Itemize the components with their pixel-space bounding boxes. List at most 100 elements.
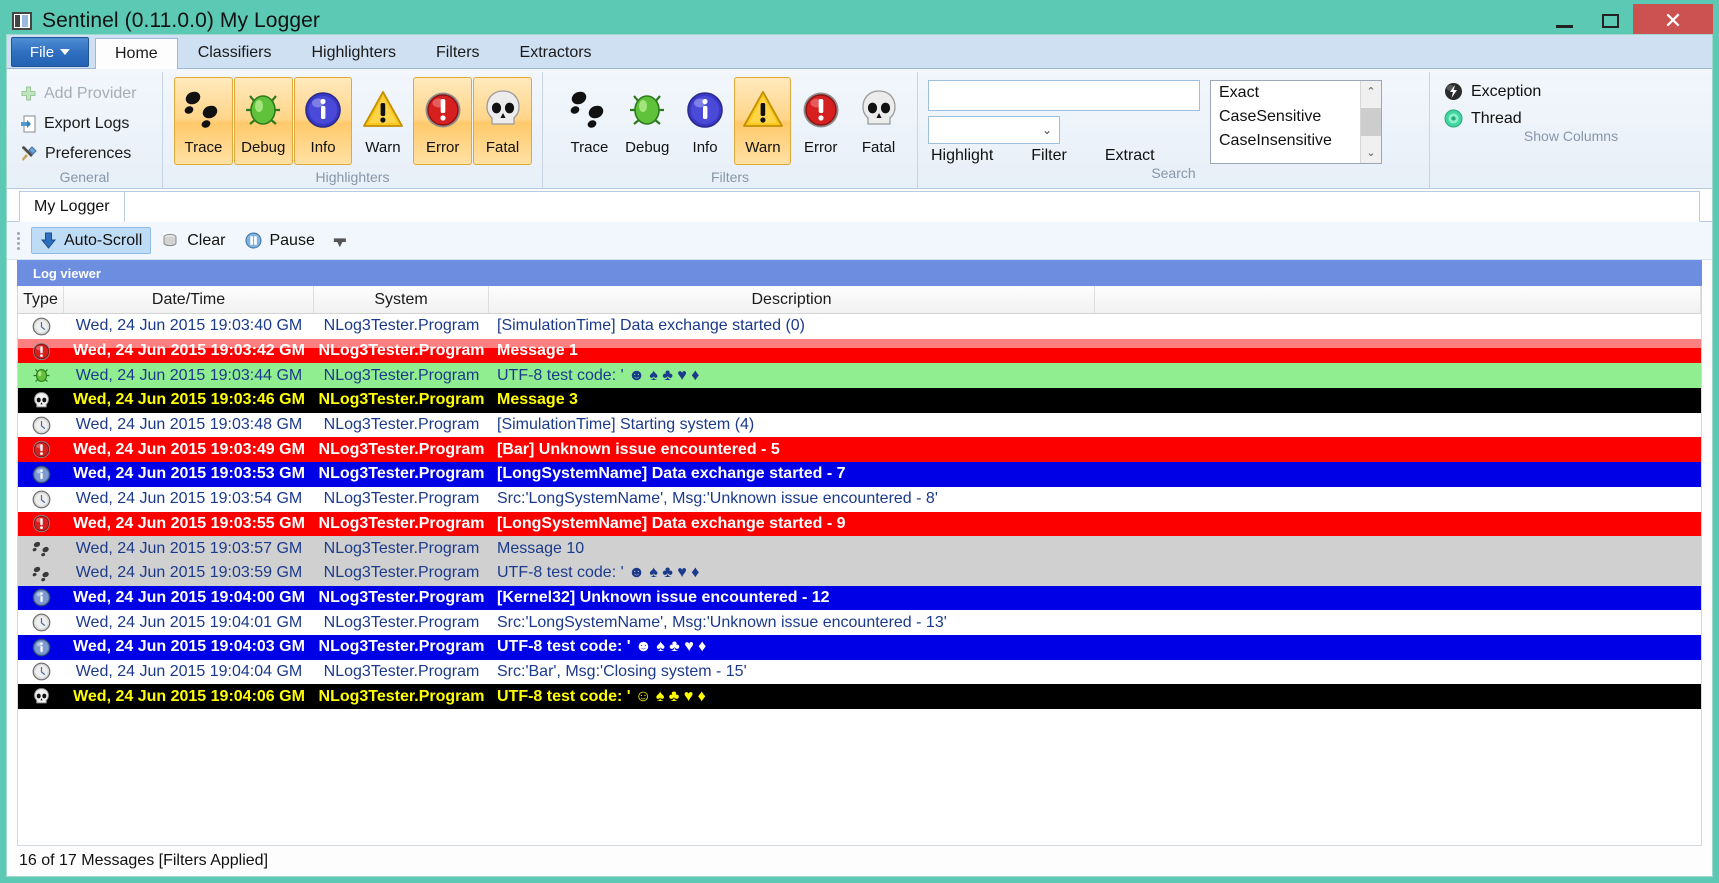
tab-extractors[interactable]: Extractors [500, 37, 612, 68]
table-row[interactable]: Wed, 24 Jun 2015 19:04:01 GM NLog3Tester.… [18, 610, 1701, 635]
search-input[interactable] [928, 80, 1200, 111]
table-row[interactable]: Wed, 24 Jun 2015 19:03:55 GM NLog3Tester.… [18, 511, 1701, 537]
highlighter-info-button[interactable]: Info [293, 77, 353, 165]
show-thread-column-button[interactable]: Thread [1444, 109, 1700, 128]
document-tab-my-logger[interactable]: My Logger [19, 191, 125, 222]
filter-debug-button[interactable]: Debug [619, 77, 676, 165]
row-type-skull-icon [18, 687, 64, 706]
row-type-error-icon [18, 440, 64, 459]
ribbon-group-highlighters: Trace Debug Info Warn Error Fatal Highli… [162, 72, 542, 188]
search-scope-combo[interactable]: ⌄ [928, 116, 1060, 144]
highlighter-trace-button[interactable]: Trace [174, 77, 233, 165]
match-option-caseinsensitive[interactable]: CaseInsensitive [1211, 129, 1360, 153]
row-description: [Kernel32] Unknown issue encountered - 1… [497, 588, 830, 606]
clear-icon [163, 233, 177, 247]
ribbon-tab-bar: File Home Classifiers Highlighters Filte… [7, 35, 1712, 69]
scroll-up-icon[interactable]: ⌃ [1361, 81, 1381, 102]
table-row[interactable]: Wed, 24 Jun 2015 19:03:53 GM NLog3Tester.… [18, 462, 1701, 487]
match-option-exact[interactable]: Exact [1211, 81, 1360, 105]
close-button[interactable]: ✕ [1633, 4, 1713, 38]
extract-action[interactable]: Extract [1105, 147, 1155, 165]
highlight-action[interactable]: Highlight [931, 147, 993, 165]
row-description: Src:'Bar', Msg:'Closing system - 15' [497, 662, 747, 680]
row-datetime: Wed, 24 Jun 2015 19:03:48 GM [75, 416, 303, 434]
table-row[interactable]: Wed, 24 Jun 2015 19:04:00 GM NLog3Tester.… [18, 585, 1701, 611]
filter-action[interactable]: Filter [1031, 147, 1067, 165]
table-row[interactable]: Wed, 24 Jun 2015 19:03:49 GM NLog3Tester.… [18, 437, 1701, 463]
group-label-search: Search [1151, 165, 1196, 181]
row-description: Message 3 [497, 391, 578, 409]
scroll-thumb[interactable] [1361, 108, 1381, 136]
highlighter-error-button[interactable]: Error [413, 77, 473, 165]
maximize-button[interactable] [1587, 6, 1633, 36]
ribbon: Add Provider Export Logs Preferences Gen… [7, 69, 1712, 189]
highlighter-fatal-button[interactable]: Fatal [473, 77, 532, 165]
table-row[interactable]: Wed, 24 Jun 2015 19:04:06 GM NLog3Tester.… [18, 684, 1701, 709]
match-option-casesensitive[interactable]: CaseSensitive [1211, 105, 1360, 129]
row-datetime: Wed, 24 Jun 2015 19:03:42 GM [73, 342, 305, 360]
table-row[interactable]: Wed, 24 Jun 2015 19:03:54 GM NLog3Tester.… [18, 486, 1701, 512]
status-bar: 16 of 17 Messages [Filters Applied] [7, 846, 1712, 876]
tab-home[interactable]: Home [95, 38, 178, 69]
table-row[interactable]: Wed, 24 Jun 2015 19:03:59 GM NLog3Tester.… [18, 560, 1701, 586]
column-header-datetime[interactable]: Date/Time [64, 286, 314, 313]
show-exception-column-button[interactable]: Exception [1444, 82, 1700, 101]
pause-button[interactable]: Pause [236, 227, 323, 254]
scroll-down-icon[interactable]: ⌄ [1361, 142, 1381, 163]
search-match-listbox[interactable]: Exact CaseSensitive CaseInsensitive ⌃ ⌄ [1210, 80, 1382, 164]
row-description: Message 1 [497, 342, 578, 360]
table-row[interactable]: Wed, 24 Jun 2015 19:03:48 GM NLog3Tester.… [18, 412, 1701, 438]
toolbar-overflow-button[interactable]: ▬ ▼ [334, 232, 346, 249]
table-row[interactable]: Wed, 24 Jun 2015 19:03:40 GM NLog3Tester.… [18, 314, 1701, 339]
table-row[interactable]: Wed, 24 Jun 2015 19:03:46 GM NLog3Tester.… [18, 388, 1701, 413]
filter-error-button[interactable]: Error [792, 77, 849, 165]
preferences-button[interactable]: Preferences [17, 140, 131, 168]
row-datetime: Wed, 24 Jun 2015 19:03:49 GM [73, 440, 305, 458]
column-header-description[interactable]: Description [489, 286, 1095, 313]
minimize-button[interactable] [1541, 6, 1587, 36]
warning-icon [740, 84, 786, 136]
ribbon-group-filters: Trace Debug Info Warn Error Fatal Filter… [542, 72, 917, 188]
auto-scroll-button[interactable]: Auto-Scroll [31, 227, 152, 254]
tab-home-label: Home [115, 45, 158, 62]
filter-info-button[interactable]: Info [677, 77, 734, 165]
highlighter-warn-button[interactable]: Warn [353, 77, 412, 165]
log-grid: Type Date/Time System Description Wed, 2… [17, 286, 1702, 846]
skull-icon [856, 84, 902, 136]
filter-fatal-button[interactable]: Fatal [850, 77, 907, 165]
group-label-filters: Filters [710, 169, 750, 185]
tab-classifiers[interactable]: Classifiers [178, 37, 292, 68]
table-row[interactable]: Wed, 24 Jun 2015 19:03:44 GM NLog3Tester.… [18, 363, 1701, 389]
log-viewer-title-label: Log viewer [33, 265, 101, 281]
toolbar-grip[interactable] [17, 230, 24, 252]
column-header-type[interactable]: Type [18, 286, 64, 313]
column-header-extra[interactable] [1095, 286, 1701, 313]
tab-filters[interactable]: Filters [416, 37, 500, 68]
filter-trace-button[interactable]: Trace [561, 77, 618, 165]
column-header-system[interactable]: System [314, 286, 489, 313]
document-tab-label: My Logger [34, 197, 110, 215]
filter-debug-label: Debug [625, 139, 670, 156]
highlighter-fatal-label: Fatal [485, 139, 520, 156]
row-datetime: Wed, 24 Jun 2015 19:03:57 GM [75, 539, 303, 557]
table-row[interactable]: Wed, 24 Jun 2015 19:03:57 GM NLog3Tester.… [18, 536, 1701, 561]
tab-highlighters[interactable]: Highlighters [291, 37, 415, 68]
filter-warn-button[interactable]: Warn [734, 77, 792, 165]
highlighter-debug-button[interactable]: Debug [233, 77, 293, 165]
pause-icon [245, 232, 262, 249]
clear-button[interactable]: Clear [153, 227, 234, 254]
file-menu-button[interactable]: File [11, 37, 89, 67]
add-provider-button[interactable]: Add Provider [17, 80, 137, 108]
export-logs-button[interactable]: Export Logs [17, 110, 129, 138]
table-row[interactable]: Wed, 24 Jun 2015 19:04:04 GM NLog3Tester.… [18, 659, 1701, 685]
pause-label: Pause [269, 231, 315, 249]
table-row[interactable]: Wed, 24 Jun 2015 19:03:42 GM NLog3Tester.… [18, 338, 1701, 364]
window-title: Sentinel (0.11.0.0) My Logger [42, 9, 321, 32]
listbox-scrollbar[interactable]: ⌃ ⌄ [1360, 81, 1381, 163]
row-description: UTF-8 test code: ' ☻ ♠ ♣ ♥ ♦ [497, 564, 700, 582]
table-row[interactable]: Wed, 24 Jun 2015 19:04:03 GM NLog3Tester.… [18, 634, 1701, 660]
log-grid-header-row: Type Date/Time System Description [18, 286, 1701, 314]
group-label-general: General [59, 169, 110, 185]
row-datetime: Wed, 24 Jun 2015 19:03:55 GM [73, 514, 305, 532]
footprints-icon [180, 84, 226, 136]
